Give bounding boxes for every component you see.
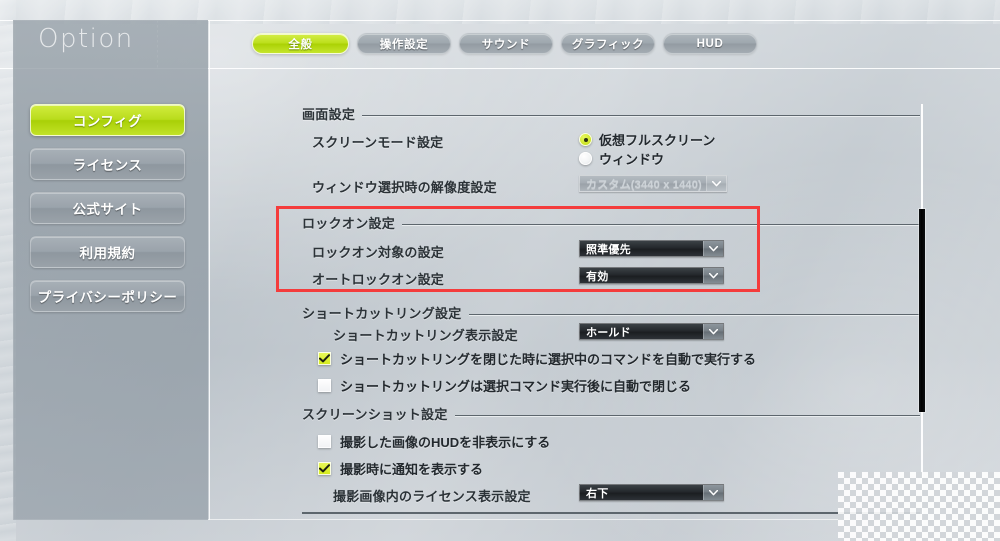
section-header-shortcut-ring: ショートカットリング設定 [302,303,920,322]
tab-graphics[interactable]: グラフィック [561,33,655,54]
checkbox-ring-auto-execute[interactable]: ショートカットリングを閉じた時に選択中のコマンドを自動で実行する [318,349,756,368]
sidebar-item-label: コンフィグ [72,114,143,129]
dropdown-ring-display[interactable]: ホールド [579,323,724,340]
tab-label: 全般 [288,38,313,51]
checkbox-notify-on-capture[interactable]: 撮影時に通知を表示する [318,459,483,478]
label-auto-lockon: オートロックオン設定 [312,272,445,287]
checkbox-label: ショートカットリングは選択コマンド実行後に自動で閉じる [340,379,692,394]
dropdown-value: 有効 [586,270,609,283]
sidebar-item-terms[interactable]: 利用規約 [30,236,185,268]
tab-label: HUD [696,37,724,50]
section-header-display: 画面設定 [302,104,920,123]
section-rule [362,115,920,117]
dropdown-value: 右下 [586,487,609,500]
radio-window[interactable]: ウィンドウ [579,149,664,168]
checkbox-hide-hud[interactable]: 撮影した画像のHUDを非表示にする [318,432,550,451]
dropdown-auto-lockon[interactable]: 有効 [579,267,724,284]
tab-label: 操作設定 [379,38,429,51]
dropdown-value: ホールド [586,326,631,339]
checkmark-icon [318,462,331,475]
chevron-down-icon [703,268,723,283]
checkbox-label: ショートカットリングを閉じた時に選択中のコマンドを自動で実行する [340,352,757,367]
section-title: ショートカットリング設定 [302,306,462,321]
checkbox-label: 撮影時に通知を表示する [340,462,484,477]
chevron-down-icon [703,241,723,256]
dropdown-resolution[interactable]: カスタム(3440 x 1440) [579,175,727,192]
tab-label: グラフィック [571,38,645,51]
dropdown-lockon-target[interactable]: 照準優先 [579,240,724,257]
checkbox-ring-auto-close[interactable]: ショートカットリングは選択コマンド実行後に自動で閉じる [318,376,691,395]
label-screen-mode: スクリーンモード設定 [312,135,444,150]
sidebar-item-label: プライバシーポリシー [37,290,178,305]
label-resolution: ウィンドウ選択時の解像度設定 [312,180,497,195]
radio-label: 仮想フルスクリーン [599,133,716,148]
chevron-down-icon [703,324,723,339]
sidebar-item-label: 公式サイト [72,202,143,217]
sidebar-item-label: ライセンス [72,158,143,173]
section-header-lockon: ロックオン設定 [302,213,920,232]
scrollbar-thumb[interactable] [919,209,925,412]
sidebar-panel [13,20,208,520]
tab-general[interactable]: 全般 [252,33,349,54]
settings-content: 画面設定 スクリーンモード設定 仮想フルスクリーン ウィンドウ ウィンドウ選択時… [210,68,1000,541]
sidebar-item-config[interactable]: コンフィグ [30,104,185,136]
section-header-screenshot: スクリーンショット設定 [302,404,920,423]
content-bottom-rule [302,512,920,514]
radio-icon [579,133,592,146]
tab-hud[interactable]: HUD [663,33,757,54]
label-license-position: 撮影画像内のライセンス表示設定 [333,489,531,504]
section-title: スクリーンショット設定 [302,407,448,422]
sidebar-item-label: 利用規約 [79,246,136,261]
section-title: 画面設定 [302,107,356,122]
option-screen: Option コンフィグ ライセンス 公式サイト 利用規約 プライバシーポリシー… [0,0,1000,541]
section-rule [402,224,920,226]
tab-controls[interactable]: 操作設定 [357,33,451,54]
dropdown-license-position[interactable]: 右下 [579,484,724,501]
section-title: ロックオン設定 [302,216,396,231]
radio-label: ウィンドウ [599,152,665,167]
dropdown-value: カスタム(3440 x 1440) [586,178,702,191]
checkbox-icon [318,435,331,448]
dropdown-value: 照準優先 [586,243,631,256]
tab-label: サウンド [481,38,531,51]
label-lockon-target: ロックオン対象の設定 [312,245,445,260]
sidebar-item-official-site[interactable]: 公式サイト [30,192,185,224]
checkmark-icon [318,352,331,365]
chevron-down-icon [703,485,723,500]
checkbox-icon [318,379,331,392]
section-rule [454,415,920,417]
tab-sound[interactable]: サウンド [459,33,553,54]
page-title: Option [38,24,134,54]
sidebar-item-privacy-policy[interactable]: プライバシーポリシー [30,280,185,312]
radio-icon [579,152,592,165]
checkbox-label: 撮影した画像のHUDを非表示にする [340,435,551,450]
sidebar-item-license[interactable]: ライセンス [30,148,185,180]
label-ring-display: ショートカットリング表示設定 [333,328,518,343]
chevron-down-icon [706,176,726,191]
transparency-checkerboard [838,472,1000,541]
radio-virtual-fullscreen[interactable]: 仮想フルスクリーン [579,130,715,149]
section-rule [468,314,920,316]
